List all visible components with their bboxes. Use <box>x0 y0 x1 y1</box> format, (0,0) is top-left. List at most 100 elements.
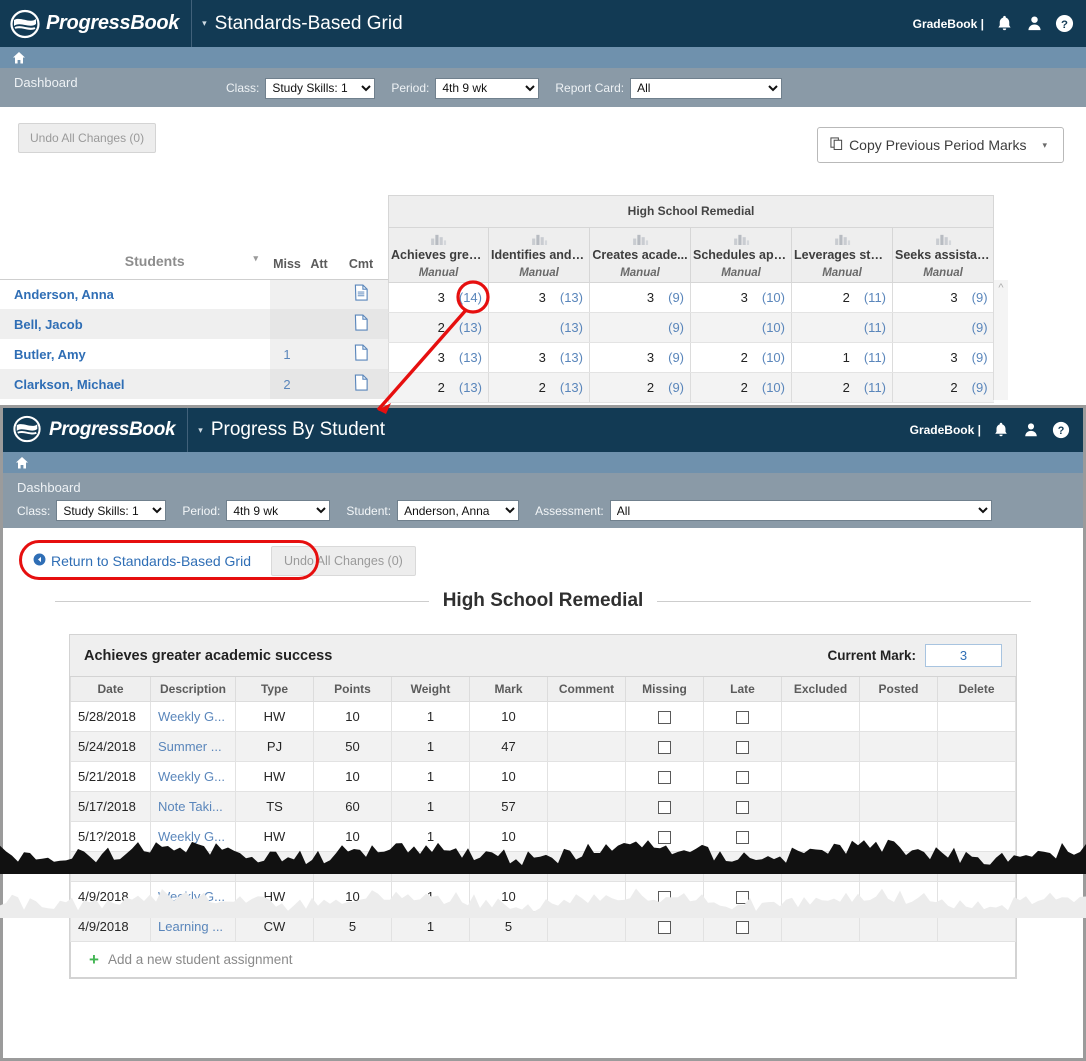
table-row[interactable]: Clarkson, Michael 2 <box>0 369 388 399</box>
assignment-excluded[interactable] <box>781 700 860 732</box>
assignment-missing-checkbox-cell[interactable] <box>625 790 704 822</box>
assignments-column-header[interactable]: Points <box>313 677 392 702</box>
checkbox[interactable] <box>736 710 749 724</box>
checkbox[interactable] <box>658 920 671 934</box>
checkbox[interactable] <box>658 740 671 754</box>
return-to-standards-based-grid-link[interactable]: Return to Standards-Based Grid <box>25 548 259 574</box>
assignment-comment[interactable] <box>547 850 626 882</box>
assessment-mark-cell[interactable]: 3 (13) <box>488 342 590 373</box>
assignment-late-checkbox-cell[interactable] <box>703 850 782 882</box>
student-name-link[interactable]: Anderson, Anna <box>0 279 270 309</box>
assignment-comment[interactable] <box>547 910 626 942</box>
assessment-mark-cell[interactable]: 2 (13) <box>488 372 590 403</box>
assessment-mark-cell[interactable]: (10) <box>690 312 792 343</box>
undo-all-changes-button[interactable]: Undo All Changes (0) <box>271 546 416 576</box>
assignments-column-header[interactable]: Late <box>703 677 782 702</box>
bell-icon[interactable] <box>992 421 1011 440</box>
checkbox[interactable] <box>658 830 671 844</box>
scroll-up-icon[interactable]: ^ <box>994 282 1008 294</box>
assignment-comment[interactable] <box>547 820 626 852</box>
assessment-mark-cell[interactable]: (9) <box>891 312 994 343</box>
assignment-description-link[interactable]: Weekly G... <box>150 700 236 732</box>
assessment-mark-cell[interactable]: 2 (10) <box>690 342 792 373</box>
assessment-mark-cell[interactable]: 3 (9) <box>891 282 994 313</box>
assignment-excluded[interactable] <box>781 910 860 942</box>
assessment-column-header[interactable]: Creates acade... Manual <box>589 227 691 283</box>
assignment-late-checkbox-cell[interactable] <box>703 880 782 912</box>
assignment-late-checkbox-cell[interactable] <box>703 790 782 822</box>
copy-previous-period-marks-button[interactable]: Copy Previous Period Marks ▾ <box>817 127 1064 163</box>
assessment-mark-cell[interactable]: 1 (11) <box>791 342 893 373</box>
table-row[interactable]: Butler, Amy 1 <box>0 339 388 369</box>
comment-icon[interactable] <box>334 339 388 369</box>
bell-icon[interactable] <box>995 14 1014 33</box>
assignment-mark[interactable]: 47 <box>469 730 548 762</box>
user-icon[interactable] <box>1022 421 1041 440</box>
assessment-column-header[interactable]: Schedules appr... Manual <box>690 227 792 283</box>
assignment-missing-checkbox-cell[interactable] <box>625 760 704 792</box>
assignment-late-checkbox-cell[interactable] <box>703 910 782 942</box>
progressbook-logo[interactable]: ProgressBook <box>0 0 179 47</box>
assessment-mark-cell[interactable]: 2 (9) <box>891 372 994 403</box>
assignment-description-link[interactable]: Weekly G... <box>150 760 236 792</box>
att-column-header[interactable]: Att <box>304 195 334 280</box>
period-select[interactable]: 4th 9 wk <box>435 77 540 99</box>
miss-column-header[interactable]: Miss <box>270 195 304 280</box>
home-icon[interactable] <box>12 51 26 65</box>
assignment-delete[interactable] <box>937 880 1016 912</box>
assessment-mark-cell[interactable]: 2 (9) <box>589 372 691 403</box>
assessment-mark-cell[interactable]: 2 (13) <box>388 372 489 403</box>
assignments-column-header[interactable]: Comment <box>547 677 626 702</box>
page-menu-caret-icon[interactable]: ▾ <box>198 425 203 436</box>
add-student-assignment-row[interactable]: + Add a new student assignment <box>70 941 1016 978</box>
assignments-column-header[interactable]: Excluded <box>781 677 860 702</box>
checkbox[interactable] <box>658 770 671 784</box>
checkbox[interactable] <box>658 860 671 874</box>
assessment-mark-cell[interactable]: 3 (9) <box>589 282 691 313</box>
student-name-link[interactable]: Butler, Amy <box>0 339 270 369</box>
student-name-link[interactable]: Bell, Jacob <box>0 309 270 339</box>
assessment-mark-cell[interactable]: 3 (9) <box>589 342 691 373</box>
student-name-link[interactable]: Clarkson, Michael <box>0 369 270 399</box>
assignment-comment[interactable] <box>547 790 626 822</box>
report-card-select[interactable]: All <box>630 77 783 99</box>
help-icon[interactable]: ? <box>1055 14 1074 33</box>
chevron-down-icon[interactable]: ▾ <box>1042 140 1047 151</box>
assignment-missing-checkbox-cell[interactable] <box>625 820 704 852</box>
assignments-column-header[interactable]: Mark <box>469 677 548 702</box>
user-icon[interactable] <box>1025 14 1044 33</box>
class-select[interactable]: Study Skills: 1 <box>56 500 167 521</box>
checkbox[interactable] <box>736 890 749 904</box>
assessment-mark-cell[interactable]: (11) <box>791 312 893 343</box>
assignment-mark[interactable] <box>469 850 548 882</box>
assignment-description-link[interactable]: Summer ... <box>150 730 236 762</box>
assignment-delete[interactable] <box>937 760 1016 792</box>
assignment-delete[interactable] <box>937 730 1016 762</box>
assignment-missing-checkbox-cell[interactable] <box>625 700 704 732</box>
assessment-column-header[interactable]: Achieves great... Manual <box>388 227 489 283</box>
checkbox[interactable] <box>736 800 749 814</box>
assignments-column-header[interactable]: Description <box>150 677 236 702</box>
assignment-late-checkbox-cell[interactable] <box>703 820 782 852</box>
undo-all-changes-button[interactable]: Undo All Changes (0) <box>18 123 157 153</box>
progressbook-logo-bottom[interactable]: ProgressBook <box>3 408 176 452</box>
assignment-excluded[interactable] <box>781 820 860 852</box>
assignment-mark[interactable]: 5 <box>469 910 548 942</box>
assignment-excluded[interactable] <box>781 880 860 912</box>
assignment-mark[interactable]: 10 <box>469 700 548 732</box>
assessment-mark-cell[interactable]: 2 (13) <box>388 312 489 343</box>
assessment-mark-cell[interactable]: 3 (10) <box>690 282 792 313</box>
assignments-column-header[interactable]: Missing <box>625 677 704 702</box>
assignment-description-link[interactable]: Note Taki... <box>150 790 236 822</box>
assignments-column-header[interactable]: Posted <box>859 677 938 702</box>
checkbox[interactable] <box>736 860 749 874</box>
assignment-comment[interactable] <box>547 730 626 762</box>
assignment-late-checkbox-cell[interactable] <box>703 760 782 792</box>
assignment-missing-checkbox-cell[interactable] <box>625 910 704 942</box>
assignment-excluded[interactable] <box>781 760 860 792</box>
assessment-column-header[interactable]: Seeks assistan... Manual <box>891 227 995 283</box>
comment-icon[interactable] <box>334 279 388 309</box>
students-column-header[interactable]: Students ▾ <box>0 195 270 280</box>
assignment-comment[interactable] <box>547 700 626 732</box>
assignment-excluded[interactable] <box>781 790 860 822</box>
